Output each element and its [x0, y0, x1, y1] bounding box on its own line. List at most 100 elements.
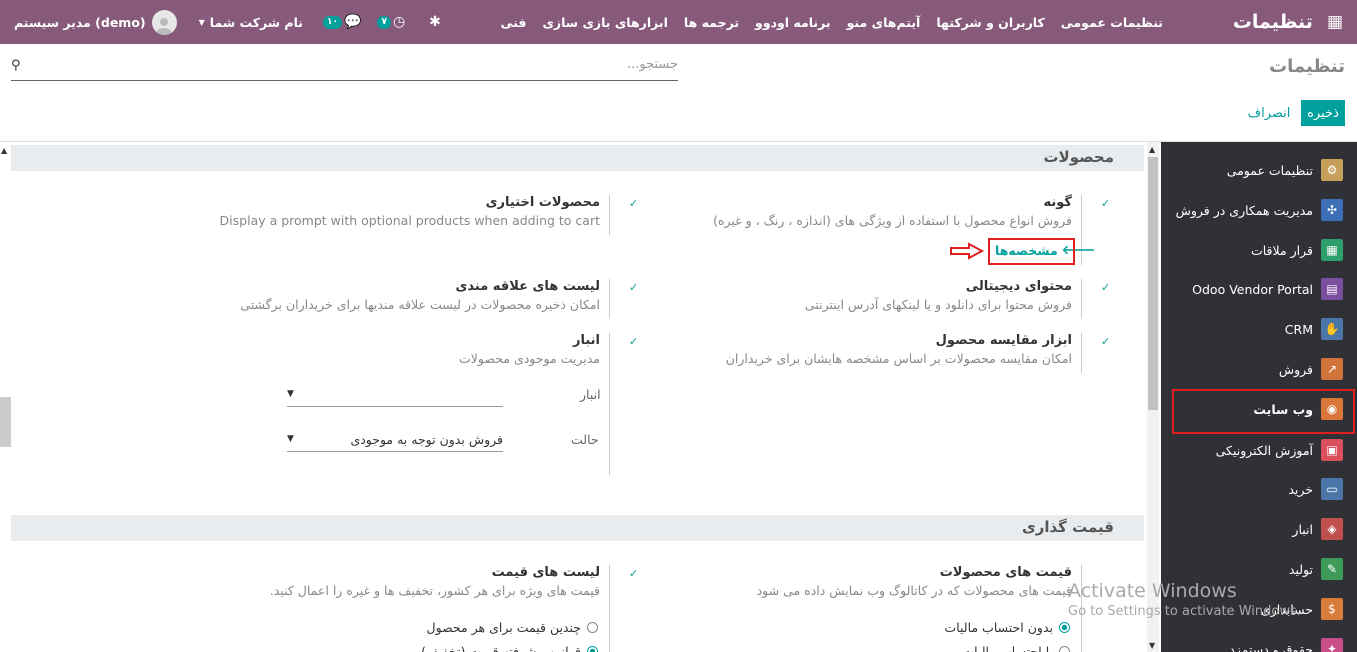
- setting-title: گونه: [1043, 195, 1072, 210]
- sidebar-item-label: تولید: [1288, 561, 1313, 577]
- radio-label: قوانین پیشرفته قیمت (تخفیف): [421, 644, 581, 652]
- sidebar-item-general[interactable]: تنظیمات عمومی ⚙: [1227, 150, 1343, 190]
- sidebar-item-accounting[interactable]: حسابداری $: [1261, 589, 1343, 629]
- warehouse-label: انبار: [580, 387, 601, 402]
- setting-description: فروش انواع محصول با استفاده از ویژگی های…: [713, 213, 1072, 228]
- elearning-icon: ▣: [1321, 439, 1343, 461]
- box-icon: ◈: [1321, 518, 1343, 540]
- sidebar-item-elearning[interactable]: آموزش الکترونیکی ▣: [1216, 430, 1343, 470]
- radio-multiple-prices[interactable]: چندین قیمت برای هر محصول: [427, 620, 598, 635]
- radio-tax-excluded[interactable]: بدون احتساب مالیات: [944, 620, 1070, 635]
- setting-title: انبار: [572, 333, 600, 348]
- menu-item-gamification[interactable]: ابزارهای بازی سازی: [542, 15, 667, 30]
- menu-item-general[interactable]: تنظیمات عمومی: [1061, 15, 1163, 30]
- radio-unchecked-icon: [1059, 646, 1070, 652]
- setting-description: امکان مقایسه محصولات بر اساس مشخصه هایشا…: [725, 351, 1072, 366]
- radio-label: چندین قیمت برای هر محصول: [426, 620, 581, 635]
- company-name: نام شرکت شما: [209, 14, 303, 30]
- payroll-icon: ✦: [1321, 638, 1343, 652]
- radio-checked-icon: [587, 646, 598, 652]
- checkbox-digital-content[interactable]: ✓: [1101, 282, 1113, 294]
- search-input[interactable]: [158, 57, 678, 72]
- scroll-up-icon[interactable]: ▲: [1, 146, 7, 155]
- checkbox-comparison[interactable]: ✓: [1101, 336, 1113, 348]
- radio-advanced-rules[interactable]: قوانین پیشرفته قیمت (تخفیف): [421, 644, 598, 652]
- setting-title: محتوای دیجیتالی: [965, 279, 1072, 294]
- checkbox-inventory[interactable]: ✓: [629, 336, 641, 348]
- search-icon[interactable]: ⚲: [11, 58, 21, 73]
- menu-item-translations[interactable]: ترجمه ها: [684, 15, 739, 30]
- scrollbar-thumb[interactable]: [1148, 157, 1158, 410]
- mode-label: حالت: [571, 432, 599, 447]
- calendar-icon: ▦: [1321, 239, 1343, 261]
- sidebar-item-manufacturing[interactable]: تولید ✎: [1289, 549, 1343, 589]
- setting-wishlist: لیست های علاقه مندی امکان ذخیره محصولات …: [240, 279, 600, 312]
- radio-label: بدون احتساب مالیات: [944, 620, 1053, 635]
- scroll-down-icon[interactable]: ▼: [1149, 641, 1155, 650]
- messages-button[interactable]: ۱۰ 💬: [323, 14, 361, 30]
- sidebar-item-label: تنظیمات عمومی: [1226, 162, 1313, 178]
- portal-icon: ▤: [1321, 278, 1343, 300]
- section-header-pricing: قیمت گذاری: [11, 515, 1144, 541]
- sidebar-item-sales[interactable]: فروش ↗: [1279, 349, 1343, 389]
- divider: [1081, 279, 1082, 319]
- setting-title: محصولات اختیاری: [485, 195, 600, 210]
- sidebar-item-crm[interactable]: CRM ✋: [1285, 309, 1343, 349]
- setting-description: مدیریت موجودی محصولات: [459, 351, 600, 366]
- setting-description: قیمت های ویژه برای هر کشور، تخفیف ها و غ…: [269, 583, 600, 598]
- radio-tax-included[interactable]: با احتساب مالیات: [962, 644, 1070, 652]
- menu-item-odoo-apps[interactable]: برنامه اودوو: [755, 15, 831, 30]
- setting-title: قیمت های محصولات: [939, 565, 1072, 580]
- systray: مدیر سیستم (demo) ▼ نام شرکت شما ۱۰ 💬 ۷ …: [14, 0, 441, 44]
- menu-item-menu-items[interactable]: آیتم‌های منو: [847, 15, 921, 30]
- setting-description: Display a prompt with optional products …: [219, 213, 600, 228]
- scroll-up-icon[interactable]: ▲: [1149, 145, 1155, 154]
- partners-icon: ✣: [1321, 199, 1343, 221]
- setting-comparison: ابزار مقایسه محصول امکان مقایسه محصولات …: [726, 333, 1072, 366]
- mode-value: فروش بدون توجه به موجودی: [350, 432, 503, 447]
- sidebar-item-partnership[interactable]: مدیریت همکاری در فروش ✣: [1176, 190, 1343, 230]
- sidebar-item-label: انبار: [1292, 521, 1313, 537]
- handshake-icon: ✋: [1321, 318, 1343, 340]
- app-title: تنظیمات: [1232, 11, 1313, 33]
- user-menu[interactable]: مدیر سیستم (demo): [14, 9, 177, 35]
- sidebar-item-label: قرار ملاقات: [1250, 242, 1313, 258]
- search-bar: ⚲: [11, 55, 678, 81]
- discard-button[interactable]: انصراف: [1245, 100, 1293, 126]
- sidebar-item-appointment[interactable]: قرار ملاقات ▦: [1251, 230, 1343, 270]
- menu-item-users[interactable]: کاربران و شرکتها: [936, 15, 1044, 30]
- caret-down-icon: ▼: [287, 389, 294, 399]
- section-title: محصولات: [1043, 148, 1114, 166]
- setting-pricelists: لیست های قیمت قیمت های ویژه برای هر کشور…: [270, 565, 600, 598]
- setting-title: لیست های علاقه مندی: [455, 279, 601, 294]
- apps-menu-icon[interactable]: ▦: [1327, 12, 1343, 32]
- activities-button[interactable]: ۷ ◷: [377, 14, 405, 30]
- checkbox-wishlist[interactable]: ✓: [629, 282, 641, 294]
- page-title: تنظیمات: [1269, 56, 1345, 77]
- mode-select[interactable]: فروش بدون توجه به موجودی ▼: [287, 432, 503, 452]
- checkbox-pricelists[interactable]: ✓: [629, 568, 641, 580]
- checkbox-variants[interactable]: ✓: [1101, 198, 1113, 210]
- sidebar-item-label: خرید: [1288, 481, 1313, 497]
- sidebar-item-purchase[interactable]: خرید ▭: [1288, 469, 1343, 509]
- sidebar-item-inventory[interactable]: انبار ◈: [1292, 509, 1343, 549]
- activities-badge: ۷: [377, 15, 391, 29]
- company-switcher[interactable]: ▼ نام شرکت شما: [199, 15, 303, 30]
- debug-bug-icon[interactable]: ✱: [429, 14, 441, 30]
- checkbox-optional-products[interactable]: ✓: [629, 198, 641, 210]
- sidebar-item-label: Odoo Vendor Portal: [1192, 281, 1313, 297]
- sidebar-item-vendor-portal[interactable]: Odoo Vendor Portal ▤: [1192, 269, 1343, 309]
- sidebar-item-label: حسابداری: [1260, 601, 1313, 617]
- app-brand: تنظیمات ▦: [1233, 0, 1343, 44]
- left-scroll-thumb[interactable]: [0, 397, 11, 447]
- setting-inventory: انبار مدیریت موجودی محصولات: [459, 333, 600, 366]
- menu-item-technical[interactable]: فنی: [501, 15, 527, 30]
- setting-title: لیست های قیمت: [491, 565, 600, 580]
- divider: [609, 195, 610, 235]
- warehouse-select[interactable]: ▼: [287, 387, 503, 407]
- sidebar-item-label: آموزش الکترونیکی: [1215, 442, 1313, 458]
- user-name: مدیر سیستم (demo): [14, 14, 146, 30]
- section-header-products: محصولات: [11, 145, 1144, 171]
- save-button[interactable]: ذخیره: [1301, 100, 1345, 126]
- sidebar-item-payroll[interactable]: حقوق و دستمزد ✦: [1229, 629, 1343, 652]
